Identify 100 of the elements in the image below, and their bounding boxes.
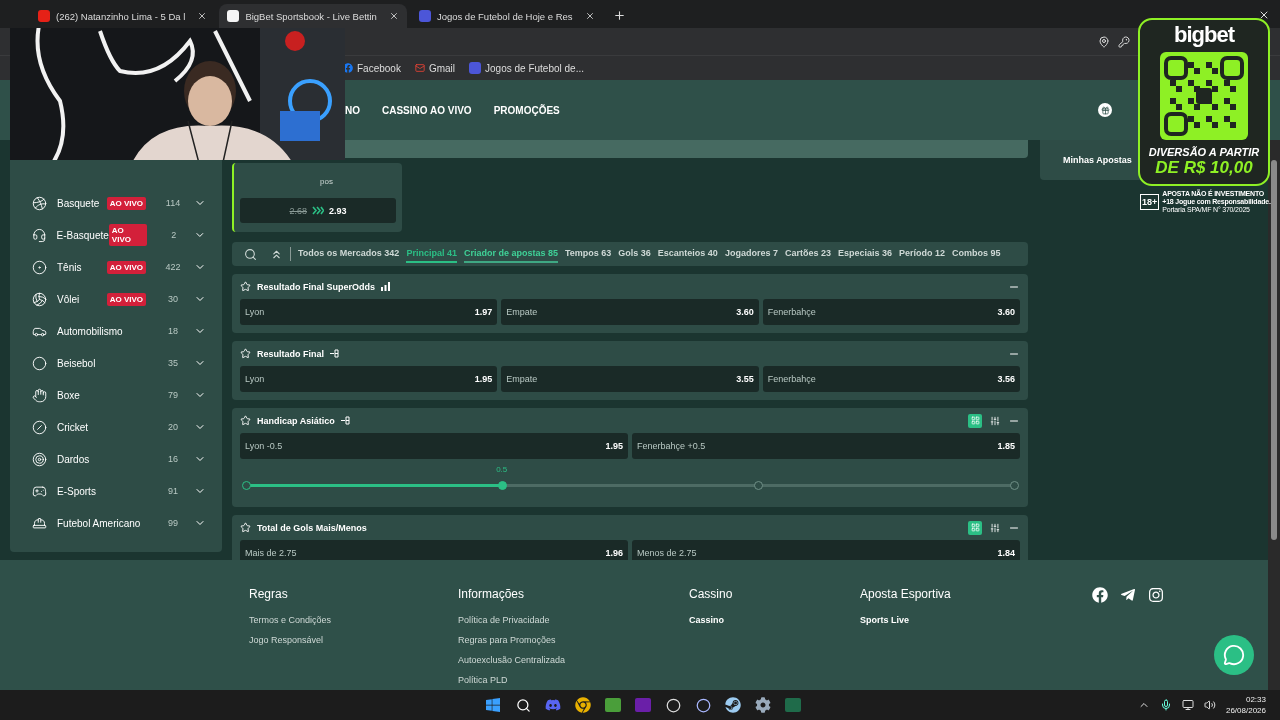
key-icon[interactable] [1118, 35, 1130, 48]
market-tab[interactable]: Escanteios 40 [657, 245, 718, 263]
ad-text: DIVERSÃO A PARTIR [1148, 146, 1260, 158]
volume-icon[interactable] [1203, 699, 1216, 711]
market-tab[interactable]: Período 12 [899, 245, 945, 263]
star-icon[interactable] [240, 415, 251, 426]
slider-stop[interactable] [498, 481, 507, 490]
search-icon[interactable] [244, 247, 257, 261]
footer-link[interactable]: Política de Privacidade [458, 615, 689, 625]
grid-view-button[interactable] [968, 520, 982, 535]
bet-slip-title: Minhas Apostas [1063, 155, 1132, 165]
sport-item[interactable]: Futebol Americano 99 [10, 507, 222, 539]
sport-item[interactable]: Beisebol 35 [10, 347, 222, 379]
star-icon[interactable] [240, 348, 251, 359]
telegram-icon[interactable] [1120, 587, 1136, 603]
sport-item[interactable]: Dardos 16 [10, 443, 222, 475]
odds-button[interactable]: Empate 3.55 [501, 366, 759, 392]
sport-item[interactable]: E-Sports 91 [10, 475, 222, 507]
market-tab[interactable]: Tempos 63 [564, 245, 612, 263]
volleyball-icon [32, 291, 47, 307]
close-icon[interactable] [388, 11, 399, 21]
live-badge: AO VIVO [106, 196, 146, 210]
odds-button[interactable]: Empate 3.60 [501, 299, 759, 325]
odds-button[interactable]: 2.68 2.93 [240, 198, 396, 223]
qr-code-icon [1160, 52, 1248, 140]
close-icon[interactable] [197, 11, 208, 21]
odds-button[interactable]: Mais de 2.75 1.96 [240, 540, 628, 560]
sport-item[interactable]: Automobilismo 18 [10, 315, 222, 347]
footer-heading: Informações [458, 587, 526, 601]
footer-link[interactable]: Termos e Condições [249, 615, 458, 625]
market-tab[interactable]: Principal 41 [406, 245, 457, 263]
ad-price: DE R$ 10,00 [1155, 158, 1253, 178]
odds-button[interactable]: Menos de 2.75 1.84 [632, 540, 1020, 560]
browser-tab[interactable]: BigBet Sportsbook - Live Bettin [219, 4, 407, 28]
steam-icon[interactable] [722, 694, 744, 716]
card-label: pos [320, 177, 334, 186]
footer-heading: Aposta Esportiva [860, 587, 952, 601]
bookmark[interactable]: Gmail [414, 62, 456, 74]
market-tab[interactable]: Criador de apostas 85 [463, 245, 558, 263]
instagram-icon[interactable] [1148, 587, 1164, 603]
grid-view-button[interactable] [968, 413, 982, 428]
slider-value: 0.5 [496, 465, 508, 474]
display-icon[interactable] [1181, 699, 1194, 711]
footer-heading: Cassino [689, 587, 734, 601]
star-icon[interactable] [240, 281, 251, 292]
close-icon[interactable] [584, 11, 595, 21]
market-tab[interactable]: Cartões 23 [784, 245, 831, 263]
live-badge: AO VIVO [108, 224, 148, 246]
odds-button[interactable]: Lyon 1.97 [240, 299, 498, 325]
odds-button[interactable]: Lyon -0.5 1.95 [240, 433, 628, 459]
footer-link[interactable]: Regras para Promoções [458, 635, 689, 645]
footer-link[interactable]: Cassino [689, 615, 860, 625]
new-tab-icon[interactable] [612, 9, 626, 22]
market-tab[interactable]: Especiais 36 [837, 245, 892, 263]
market-tab[interactable]: Combos 95 [952, 245, 1001, 263]
sport-item[interactable]: Boxe 79 [10, 379, 222, 411]
market-tab[interactable]: Jogadores 7 [724, 245, 778, 263]
sport-item[interactable]: Cricket 20 [10, 411, 222, 443]
odds-button[interactable]: Fenerbahçe 3.56 [762, 366, 1020, 392]
microphone-icon[interactable] [1159, 699, 1172, 711]
favicon-icon [38, 10, 50, 22]
chart-icon [381, 282, 390, 291]
star-icon[interactable] [240, 522, 251, 533]
footer-link[interactable]: Política PLD [458, 675, 689, 685]
facebook-icon[interactable] [1092, 587, 1108, 603]
close-icon[interactable] [1258, 9, 1270, 21]
clock-time: 02:33 [1245, 694, 1266, 705]
sport-item[interactable]: Basquete AO VIVO 114 [10, 187, 222, 219]
slider-stop[interactable] [1010, 481, 1019, 490]
event-count: 91 [167, 486, 179, 496]
chat-button[interactable] [1214, 635, 1254, 675]
location-icon[interactable] [1098, 35, 1110, 48]
mail-icon [414, 63, 425, 73]
chrome-icon[interactable] [572, 694, 594, 716]
sport-item[interactable]: Tênis AO VIVO 422 [10, 251, 222, 283]
market-tab[interactable]: Gols 36 [618, 245, 651, 263]
gift-icon[interactable] [1098, 103, 1112, 117]
odds-button[interactable]: Fenerbahçe +0.5 1.85 [632, 433, 1020, 459]
market-tab[interactable]: Todos os Mercados 342 [298, 245, 400, 263]
bookmark[interactable]: Jogos de Futebol de... [469, 62, 584, 74]
ball-icon [32, 355, 47, 371]
odds-button[interactable]: Fenerbahçe 3.60 [762, 299, 1020, 325]
slider-stop[interactable] [242, 481, 251, 490]
favicon-icon [227, 10, 240, 22]
browser-tab[interactable]: Jogos de Futebol de Hoje e Res [410, 4, 603, 28]
odds-button[interactable]: Lyon 1.95 [240, 366, 498, 392]
footer-link[interactable]: Jogo Responsável [249, 635, 458, 645]
footer-link[interactable]: Sports Live [860, 615, 1091, 625]
sport-item[interactable]: Vôlei AO VIVO 30 [10, 283, 222, 315]
clock-date: 26/08/2026 [1225, 705, 1266, 716]
browser-tab[interactable]: (262) Natanzinho Lima - 5 Da l [30, 4, 216, 28]
footer-link[interactable]: Autoexclusão Centralizada [458, 655, 689, 665]
nav-link[interactable]: PROMOÇÕES [493, 104, 560, 116]
target-icon [32, 451, 47, 467]
nav-link[interactable]: NO [345, 104, 360, 116]
footer-heading: Regras [249, 587, 289, 601]
slider-stop[interactable] [754, 481, 763, 490]
nav-link[interactable]: CASSINO AO VIVO [382, 104, 472, 116]
event-count: 16 [167, 454, 179, 464]
headset-icon [32, 227, 47, 243]
